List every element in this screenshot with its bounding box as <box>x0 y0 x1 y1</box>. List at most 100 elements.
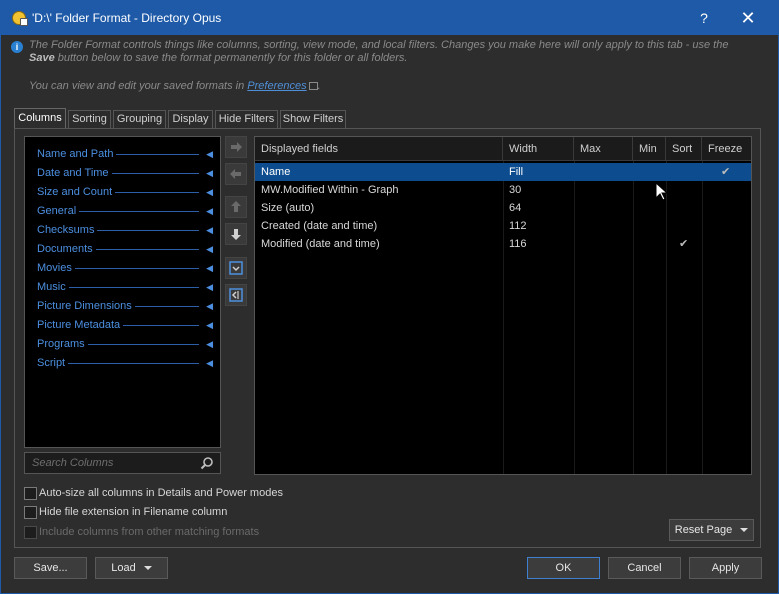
info-icon: i <box>11 41 23 53</box>
arrow-up-icon <box>231 201 241 212</box>
expand-arrow-icon: ◀ <box>206 206 213 216</box>
arrow-left-icon <box>230 169 241 179</box>
category-name-and-path[interactable]: Name and Path ◀ <box>37 146 213 162</box>
category-label: General <box>37 205 80 217</box>
category-programs[interactable]: Programs ◀ <box>37 336 213 352</box>
displayed-fields-table[interactable]: Displayed fields Width Max Min Sort Free… <box>254 136 752 475</box>
expand-arrow-icon: ◀ <box>206 263 213 273</box>
apply-button[interactable]: Apply <box>689 557 762 579</box>
expand-arrow-icon: ◀ <box>206 225 213 235</box>
table-row[interactable]: MW.Modified Within - Graph 30 <box>255 181 751 199</box>
move-down-button[interactable] <box>225 223 247 245</box>
expand-arrow-icon: ◀ <box>206 320 213 330</box>
info-text-part1: The Folder Format controls things like c… <box>29 39 729 51</box>
tab-show-filters[interactable]: Show Filters <box>280 110 346 128</box>
header-sort[interactable]: Sort <box>666 137 702 161</box>
tab-hide-filters[interactable]: Hide Filters <box>215 110 278 128</box>
expand-arrow-icon: ◀ <box>206 244 213 254</box>
category-size-and-count[interactable]: Size and Count ◀ <box>37 184 213 200</box>
category-music[interactable]: Music ◀ <box>37 279 213 295</box>
expand-arrow-icon: ◀ <box>206 339 213 349</box>
header-min[interactable]: Min <box>633 137 666 161</box>
help-button[interactable]: ? <box>693 7 715 29</box>
add-column-button[interactable] <box>225 136 247 158</box>
expand-arrow-icon: ◀ <box>206 149 213 159</box>
cell-field: MW.Modified Within - Graph <box>261 184 399 196</box>
tab-sorting[interactable]: Sorting <box>68 110 111 128</box>
cell-field: Modified (date and time) <box>261 238 380 250</box>
search-input[interactable]: Search Columns <box>32 457 113 469</box>
remove-column-button[interactable] <box>225 163 247 185</box>
expand-arrow-icon: ◀ <box>206 187 213 197</box>
category-checksums[interactable]: Checksums ◀ <box>37 222 213 238</box>
cell-width[interactable]: Fill <box>503 163 523 181</box>
autosize-checkbox[interactable] <box>24 487 37 500</box>
include-other-formats-checkbox[interactable] <box>24 526 37 539</box>
cancel-button[interactable]: Cancel <box>608 557 681 579</box>
ok-button[interactable]: OK <box>527 557 600 579</box>
table-row[interactable]: Modified (date and time) 116 ✔ <box>255 235 751 253</box>
search-icon[interactable] <box>200 456 214 470</box>
preferences-link[interactable]: Preferences <box>247 80 306 92</box>
table-row[interactable]: Created (date and time) 112 <box>255 217 751 235</box>
table-row[interactable]: Size (auto) 64 <box>255 199 751 217</box>
category-movies[interactable]: Movies ◀ <box>37 260 213 276</box>
include-other-formats-label: Include columns from other matching form… <box>39 526 260 538</box>
header-freeze[interactable]: Freeze <box>702 137 751 161</box>
column-category-list[interactable]: Name and Path ◀ Date and Time ◀ Size and C… <box>24 136 221 448</box>
category-label: Checksums <box>37 224 98 236</box>
window-title: 'D:\' Folder Format - Directory Opus <box>32 11 222 25</box>
table-row[interactable]: Name Fill ✔ <box>255 163 751 181</box>
title-bar[interactable]: 'D:\' Folder Format - Directory Opus ? ✕ <box>1 1 778 35</box>
column-layout-button[interactable] <box>225 284 247 306</box>
category-label: Programs <box>37 338 88 350</box>
expand-arrow-icon: ◀ <box>206 168 213 178</box>
header-width[interactable]: Width <box>503 137 574 161</box>
category-picture-metadata[interactable]: Picture Metadata ◀ <box>37 317 213 333</box>
category-label: Picture Dimensions <box>37 300 135 312</box>
close-button[interactable]: ✕ <box>737 7 759 29</box>
search-columns-field[interactable]: Search Columns <box>24 452 221 474</box>
category-documents[interactable]: Documents ◀ <box>37 241 213 257</box>
category-picture-dimensions[interactable]: Picture Dimensions ◀ <box>37 298 213 314</box>
cell-width[interactable]: 30 <box>503 181 521 199</box>
info-text: The Folder Format controls things like c… <box>29 39 751 65</box>
category-label: Documents <box>37 243 96 255</box>
load-button[interactable]: Load <box>95 557 168 579</box>
header-max[interactable]: Max <box>574 137 633 161</box>
table-header: Displayed fields Width Max Min Sort Free… <box>255 137 751 161</box>
info-line2-suffix: . <box>317 80 321 92</box>
category-script[interactable]: Script ◀ <box>37 355 213 371</box>
info-text-part2: button below to save the format permanen… <box>54 52 408 64</box>
category-general[interactable]: General ◀ <box>37 203 213 219</box>
info-line2-prefix: You can view and edit your saved formats… <box>29 80 248 92</box>
autosize-label[interactable]: Auto-size all columns in Details and Pow… <box>39 487 283 499</box>
external-link-icon <box>308 82 318 91</box>
cell-width[interactable]: 112 <box>503 217 527 235</box>
tab-columns[interactable]: Columns <box>14 108 66 129</box>
expand-arrow-icon: ◀ <box>206 282 213 292</box>
hide-extension-label[interactable]: Hide file extension in Filename column <box>39 506 227 518</box>
header-displayed-fields[interactable]: Displayed fields <box>255 137 503 161</box>
reset-page-button[interactable]: Reset Page <box>669 519 754 541</box>
column-options-button[interactable] <box>225 257 247 279</box>
info-preferences-line: You can view and edit your saved formats… <box>29 80 321 92</box>
freeze-check-icon[interactable]: ✔ <box>721 167 731 178</box>
category-label: Script <box>37 357 69 369</box>
cell-field: Created (date and time) <box>261 220 378 232</box>
sort-check-icon[interactable]: ✔ <box>679 239 689 250</box>
category-label: Name and Path <box>37 148 117 160</box>
tab-display[interactable]: Display <box>168 110 213 128</box>
tab-grouping[interactable]: Grouping <box>113 110 166 128</box>
category-date-and-time[interactable]: Date and Time ◀ <box>37 165 213 181</box>
arrow-down-icon <box>231 229 241 240</box>
column-settings-icon <box>229 261 243 275</box>
columns-panel: Name and Path ◀ Date and Time ◀ Size and C… <box>14 128 761 548</box>
arrow-right-icon <box>231 142 242 152</box>
cell-width[interactable]: 64 <box>503 199 521 217</box>
hide-extension-checkbox[interactable] <box>24 506 37 519</box>
save-button[interactable]: Save... <box>14 557 87 579</box>
move-up-button[interactable] <box>225 196 247 218</box>
info-text-save-word: Save <box>29 52 55 64</box>
cell-width[interactable]: 116 <box>503 235 527 253</box>
